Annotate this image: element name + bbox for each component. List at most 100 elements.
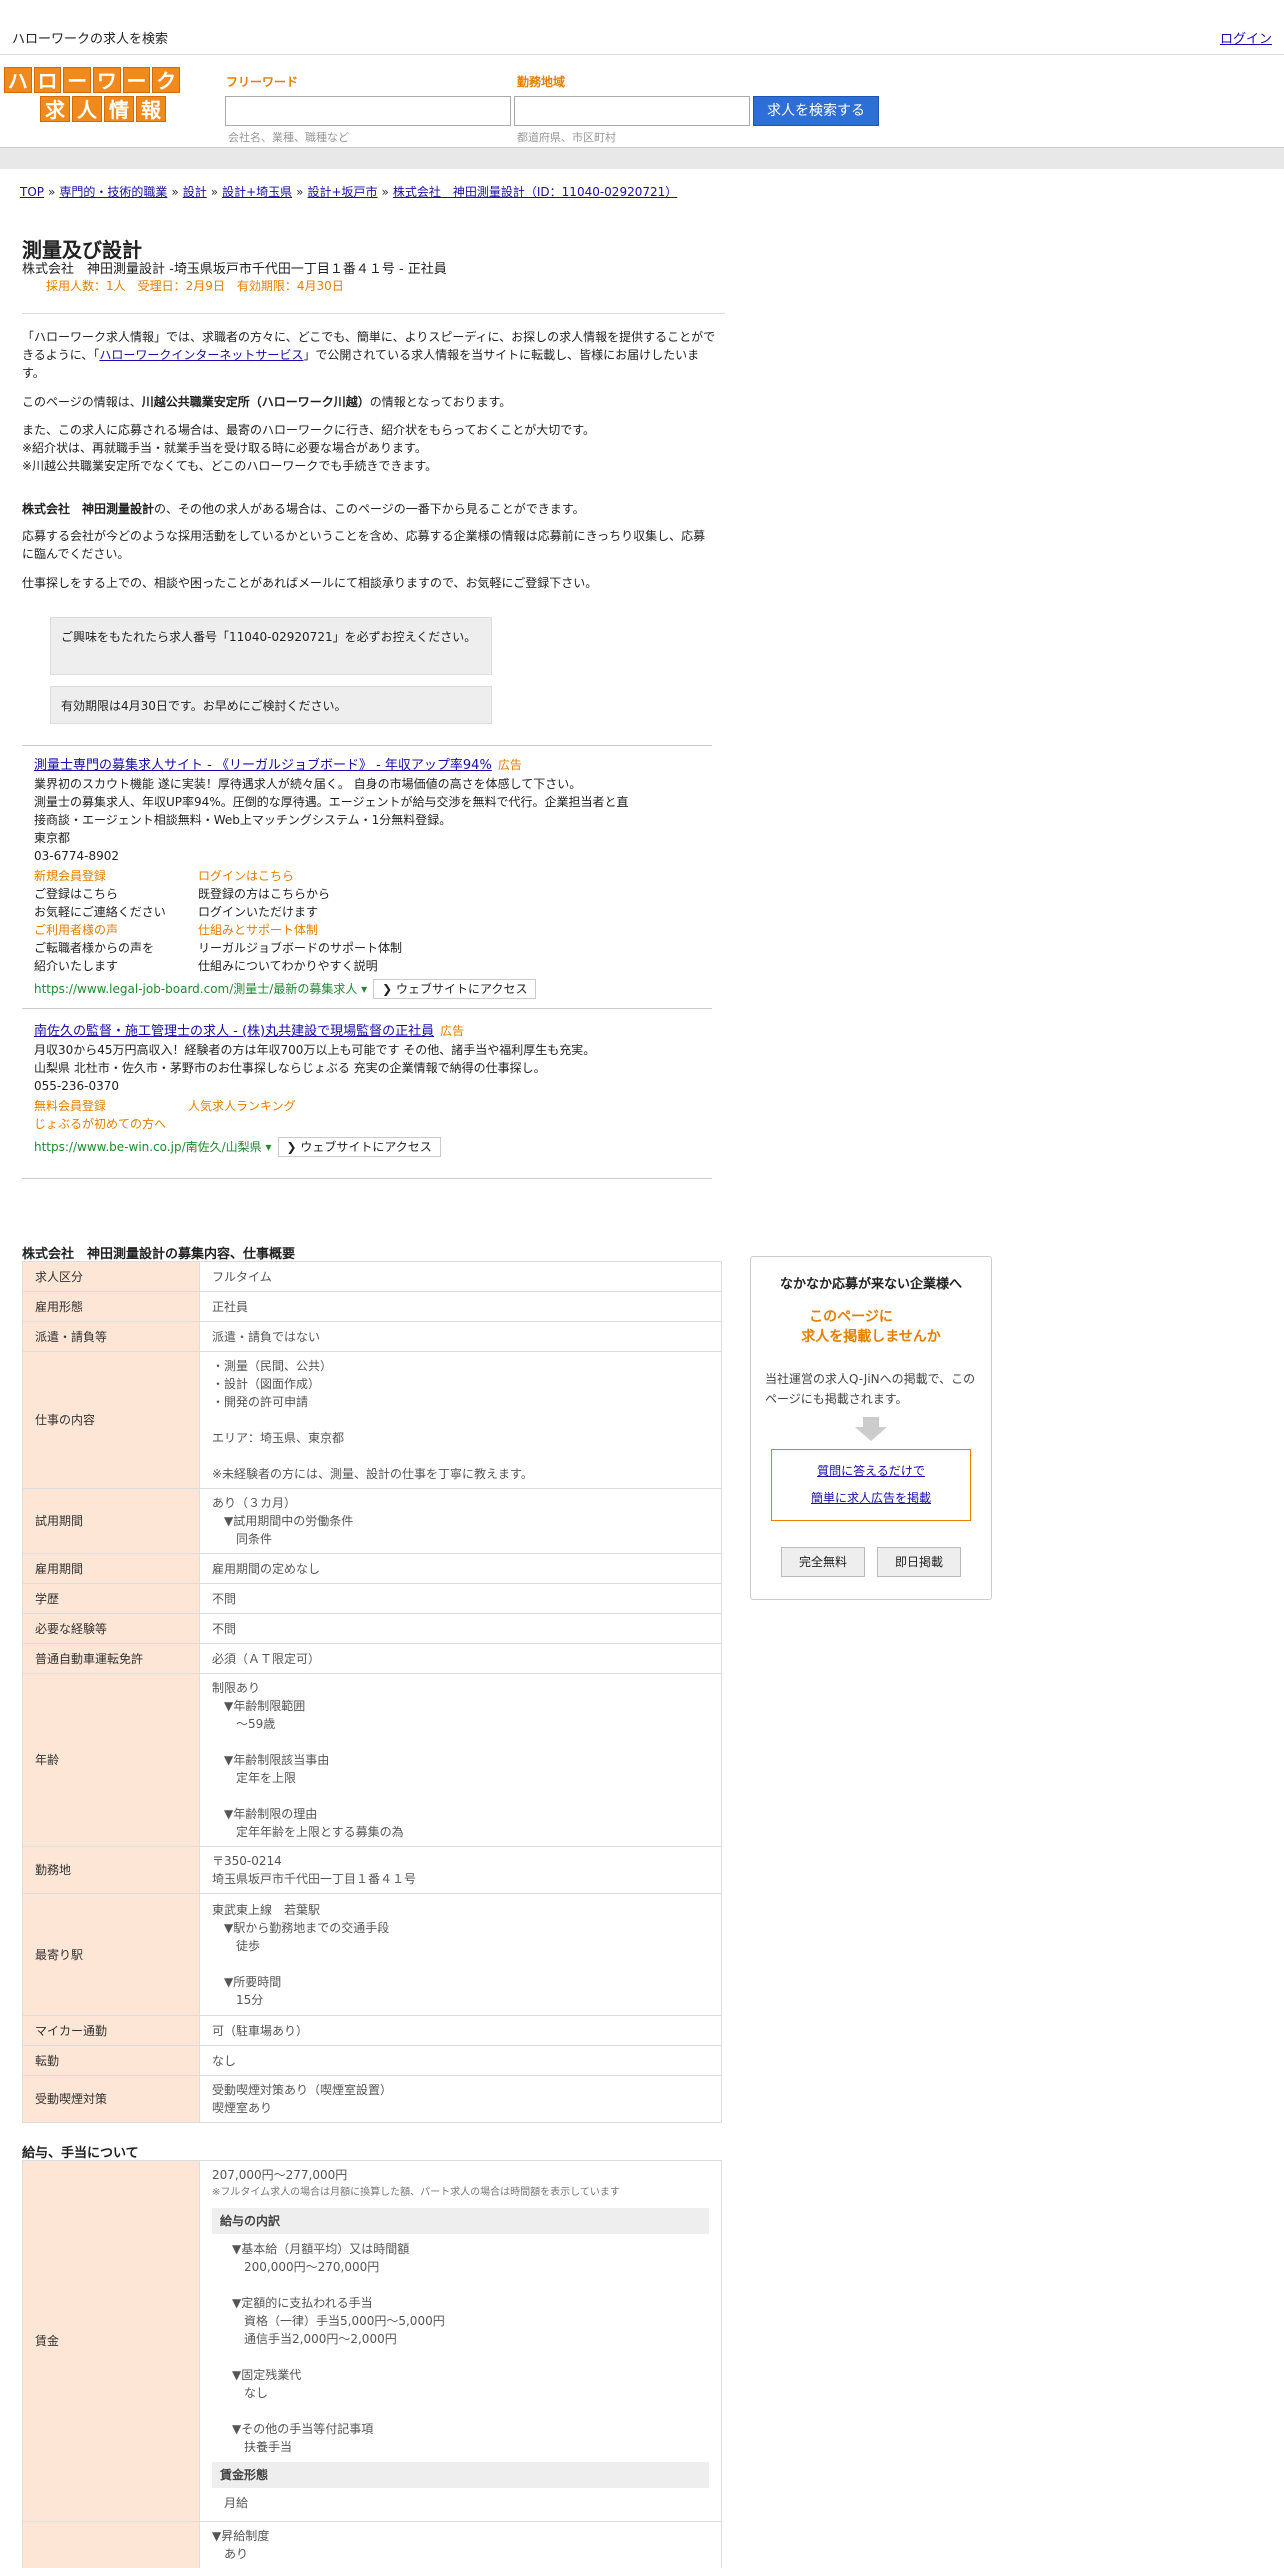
free-button[interactable]: 完全無料 <box>781 1547 865 1577</box>
ad-phone[interactable]: 03-6774-8902 <box>34 847 634 865</box>
advertise-link[interactable]: 質問に答えるだけで <box>772 1458 970 1485</box>
table-row: 求人区分 フルタイム <box>22 1261 722 1292</box>
ad-be-win: 南佐久の監督・施工管理士の求人 - (株)丸共建設で現場監督の正社員 広告 月収3… <box>34 1022 634 1157</box>
ad-sitelink[interactable]: ご利用者様の声 ご転職者様からの声を 紹介いたします <box>34 921 198 975</box>
logo-char: ワ <box>93 67 121 93</box>
advertise-accent: このページに 求人を掲載しませんか <box>801 1309 941 1345</box>
table-row: 最寄り駅 東武東上線 若葉駅 ▼駅から勤務地までの交通手段 徒歩 ▼所要時間 15… <box>22 1893 722 2016</box>
table-row: 普通自動車運転免許 必須（ＡＴ限定可） <box>22 1643 722 1674</box>
ad-sitelink[interactable]: 新規会員登録 ご登録はこちら お気軽にご連絡ください <box>34 867 198 921</box>
hellowork-internet-link[interactable]: ハローワークインターネットサービス <box>99 348 303 362</box>
chevron-right-icon: ❯ <box>382 982 397 996</box>
raise-value: ▼昇給制度 あり <box>199 2521 722 2568</box>
ad-description: 山梨県 北杜市・佐久市・茅野市のお仕事探しならじょぶる 充実の企業情報で納得の仕… <box>34 1061 546 1075</box>
breadcrumb-top[interactable]: TOP <box>20 185 44 199</box>
breadcrumb-prefecture[interactable]: 設計+埼玉県 <box>222 185 292 199</box>
freeword-input[interactable] <box>225 96 511 126</box>
table-row: 勤務地 〒350-0214 埼玉県坂戸市千代田一丁目１番４１号 <box>22 1846 722 1894</box>
advertise-link[interactable]: 簡単に求人広告を掲載 <box>772 1485 970 1512</box>
arrow-down-icon <box>855 1417 887 1441</box>
visit-website-button[interactable]: ❯ ウェブサイトにアクセス <box>277 1137 441 1157</box>
same-day-button[interactable]: 即日掲載 <box>877 1547 961 1577</box>
table-row: 転勤 なし <box>22 2045 722 2076</box>
ad-sitelink[interactable]: ログインはこちら 既登録の方はこちらから ログインいただけます <box>198 867 362 921</box>
ad-title-link[interactable]: 測量士専門の募集求人サイト - 《リーガルジョブボード》 - 年収アップ率94% <box>34 758 492 773</box>
search-button[interactable]: 求人を検索する <box>753 96 879 126</box>
advertise-title: なかなか応募が来ない企業様へ <box>779 1277 962 1292</box>
row-value: 雇用期間の定めなし <box>199 1553 722 1584</box>
row-label: 転勤 <box>22 2045 200 2076</box>
row-value: 可（駐車場あり） <box>199 2015 722 2046</box>
ad-sitelink[interactable]: 無料会員登録 <box>34 1097 188 1115</box>
breadcrumb-occupation[interactable]: 設計 <box>183 185 207 199</box>
hellowork-logo[interactable]: ハローワーク 求人情報 <box>4 67 181 123</box>
breadcrumb-city[interactable]: 設計+坂戸市 <box>307 185 377 199</box>
row-value: 必須（ＡＴ限定可） <box>199 1643 722 1674</box>
ad-divider <box>22 1008 712 1009</box>
job-subtitle: 株式会社 神田測量設計 -埼玉県坂戸市千代田一丁目１番４１号 - 正社員 <box>22 262 447 277</box>
row-label: 雇用形態 <box>22 1291 200 1322</box>
expiry-notice: 有効期限は4月30日です。お早めにご検討ください。 <box>50 686 492 724</box>
table-row: 年齢 制限あり ▼年齢制限範囲 〜59歳 ▼年齢制限該当事由 定年を上限 ▼年齢制… <box>22 1673 722 1847</box>
details-heading: 株式会社 神田測量設計の募集内容、仕事概要 <box>22 1247 296 1262</box>
table-row: マイカー通勤 可（駐車場あり） <box>22 2015 722 2046</box>
logo-char: ー <box>63 67 92 93</box>
ad-sitelink[interactable]: じょぶるが初めての方へ <box>34 1115 634 1133</box>
salary-table: 賃金 207,000円〜277,000円 ※フルタイム求人の場合は月額に換算した… <box>22 2160 722 2568</box>
advertise-description: 当社運営の求人Q-JiNへの掲載で、このページにも掲載されます。 <box>765 1372 976 1406</box>
search-header: ハローワーク 求人情報 フリーワード 会社名、業種、職種など 勤務地域 都道府県… <box>0 55 1284 145</box>
ad-legal-job-board: 測量士専門の募集求人サイト - 《リーガルジョブボード》 - 年収アップ率94%… <box>34 756 634 999</box>
login-link[interactable]: ログイン <box>1220 28 1272 47</box>
ad-phone[interactable]: 055-236-0370 <box>34 1077 634 1095</box>
row-label: マイカー通勤 <box>22 2015 200 2046</box>
row-value: 不問 <box>199 1613 722 1644</box>
header-divider <box>0 147 1284 169</box>
salary-breakdown-title: 給与の内訳 <box>212 2208 709 2234</box>
freeword-label: フリーワード <box>226 75 299 89</box>
row-label: 勤務地 <box>22 1846 200 1894</box>
row-value: 受動喫煙対策あり（喫煙室設置） 喫煙室あり <box>199 2075 722 2123</box>
logo-char: 情 <box>104 96 134 122</box>
table-row: 雇用形態 正社員 <box>22 1291 722 1322</box>
area-label: 勤務地域 <box>517 75 566 89</box>
salary-breakdown: ▼基本給（月額平均）又は時間額 200,000円〜270,000円 ▼定額的に支… <box>232 2242 445 2454</box>
row-value: あり（３カ月） ▼試用期間中の労働条件 同条件 <box>199 1488 722 1554</box>
ad-sitelink[interactable]: 仕組みとサポート体制 リーガルジョブボードのサポート体制 仕組みについてわかりやすく… <box>198 921 498 975</box>
table-row: 派遣・請負等 派遣・請負ではない <box>22 1321 722 1352</box>
row-value: なし <box>199 2045 722 2076</box>
logo-char: ク <box>152 67 181 93</box>
row-label: 受動喫煙対策 <box>22 2075 200 2123</box>
job-meta: 採用人数：1人 受理日：2月9日 有効期限：4月30日 <box>46 279 344 293</box>
top-bar: ハローワークの求人を検索 ログイン <box>0 0 1284 55</box>
ad-url[interactable]: https://www.be-win.co.jp/南佐久/山梨県 <box>34 1140 262 1154</box>
intro-paragraph-6: 仕事探しをする上での、相談や困ったことがあればメールにて相談承りますので、お気軽… <box>22 576 598 590</box>
freeword-hint: 会社名、業種、職種など <box>228 131 349 144</box>
details-table: 求人区分 フルタイム 雇用形態 正社員 派遣・請負等 派遣・請負ではない 仕事の内容 ・測量（… <box>22 1261 722 2123</box>
salary-label: 賃金 <box>22 2160 200 2522</box>
visit-website-button[interactable]: ❯ ウェブサイトにアクセス <box>373 979 537 999</box>
row-value: 正社員 <box>199 1291 722 1322</box>
table-row: 学歴 不問 <box>22 1583 722 1614</box>
row-label: 普通自動車運転免許 <box>22 1643 200 1674</box>
ad-divider <box>22 1178 712 1179</box>
row-label: 仕事の内容 <box>22 1351 200 1489</box>
ad-url[interactable]: https://www.legal-job-board.com/測量士/最新の募… <box>34 982 357 996</box>
logo-char: 報 <box>136 96 166 122</box>
ad-description: 測量士の募集求人、年収UP率94%。圧倒的な厚待遇。エージェントが給与交渉を無料… <box>34 795 629 827</box>
logo-char: ハ <box>4 67 32 93</box>
ad-title-link[interactable]: 南佐久の監督・施工管理士の求人 - (株)丸共建設で現場監督の正社員 <box>34 1024 434 1039</box>
breadcrumb-category[interactable]: 専門的・技術的職業 <box>59 185 167 199</box>
intro-paragraph-3: また、この求人に応募される場合は、最寄のハローワークに行き、紹介状をもらっておく… <box>22 423 596 473</box>
chevron-right-icon: ❯ <box>286 1140 301 1154</box>
table-row: 仕事の内容 ・測量（民間、公共） ・設計（図面作成） ・開発の許可申請 エリア：埼… <box>22 1351 722 1489</box>
intro-paragraph-4: 株式会社 神田測量設計の、その他の求人がある場合は、このページの一番下から見るこ… <box>22 502 585 516</box>
logo-char: 求 <box>40 96 70 122</box>
table-row: ▼昇給制度 あり <box>22 2521 722 2568</box>
salary-form: 月給 <box>224 2496 249 2510</box>
area-input[interactable] <box>514 96 750 126</box>
breadcrumb-company[interactable]: 株式会社 神田測量設計（ID：11040-02920721） <box>393 185 677 199</box>
logo-char: 人 <box>72 96 102 122</box>
ad-sitelink[interactable]: 人気求人ランキング <box>188 1097 352 1115</box>
intro-paragraph-1: 「ハローワーク求人情報」では、求職者の方々に、どこでも、簡単に、よりスピーディに… <box>22 330 716 380</box>
ad-location: 東京都 <box>34 831 71 845</box>
